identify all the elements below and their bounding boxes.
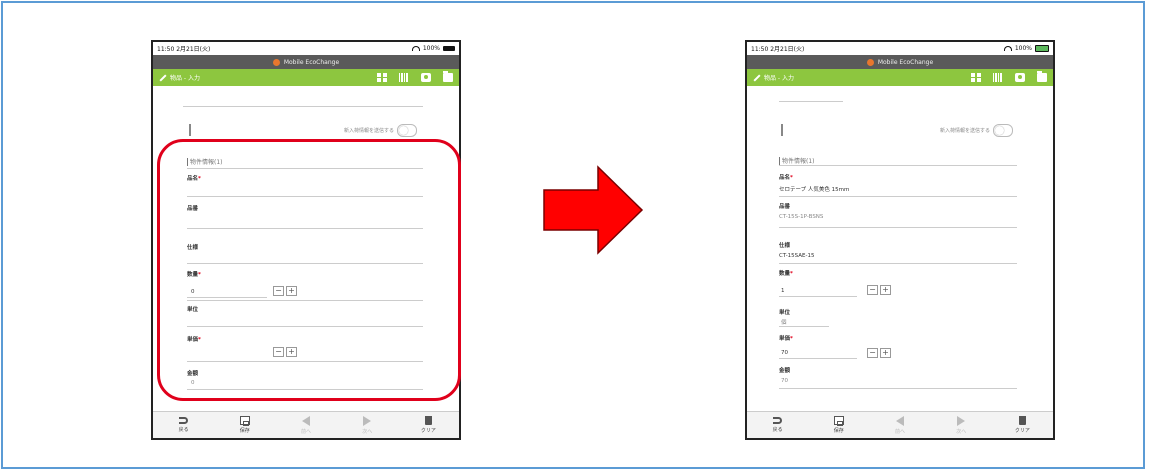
new-arrival-toggle-row: 新入荷情報を送信する (344, 124, 417, 137)
chevron-right-icon (957, 415, 966, 426)
camera-icon[interactable] (421, 73, 431, 82)
save-icon (833, 416, 844, 426)
toggle-label: 新入荷情報を送信する (939, 128, 990, 134)
chevron-right-icon (363, 415, 372, 426)
price-label: 単価* (779, 336, 793, 342)
wifi-icon (411, 46, 420, 51)
save-button[interactable]: 保存 (214, 412, 275, 438)
price-minus-button[interactable]: − (867, 348, 878, 358)
chevron-left-icon (302, 415, 310, 426)
trash-icon (1018, 416, 1026, 425)
bottom-toolbar: 戻る 保存 前へ 次へ クリア (747, 411, 1053, 438)
pencil-icon (753, 73, 761, 82)
battery-percent: 100% (422, 45, 440, 52)
battery-percent: 100% (1014, 45, 1032, 52)
app-titlebar: Mobile EcoChange (153, 55, 459, 69)
qty-stepper: − + (867, 285, 891, 295)
app-logo-icon (272, 58, 280, 66)
battery-icon (1035, 45, 1049, 52)
toolbar: 物品 - 入力 (153, 69, 459, 86)
status-time: 11:50 2月21日(火) (751, 46, 805, 53)
name-input[interactable] (779, 196, 1017, 197)
qty-value[interactable]: 1 (781, 288, 785, 294)
price-value[interactable]: 70 (781, 350, 788, 356)
input-cursor-bar (189, 124, 191, 136)
new-arrival-toggle-row: 新入荷情報を送信する (940, 124, 1013, 137)
qty-label: 数量* (779, 271, 793, 277)
prev-button[interactable]: 前へ (275, 412, 336, 438)
toggle-label: 新入荷情報を送信する (343, 128, 394, 134)
name-value[interactable]: セロテープ 人気美色 15mm (779, 185, 849, 193)
spec-label: 仕様 (779, 243, 791, 249)
app-logo-icon (866, 58, 874, 66)
price-input[interactable] (779, 358, 857, 359)
highlight-outline (157, 139, 461, 401)
qr-code-icon[interactable] (377, 73, 387, 82)
mode-label: 物品 - 入力 (170, 75, 200, 82)
save-button[interactable]: 保存 (808, 412, 869, 438)
chevron-left-icon (896, 415, 904, 426)
toolbar: 物品 - 入力 (747, 69, 1053, 86)
spec-value[interactable]: CT-15SAE-15 (779, 253, 815, 259)
folder-icon[interactable] (443, 71, 453, 82)
red-arrow-right-icon (543, 165, 644, 255)
save-icon (239, 416, 250, 426)
app-title: Mobile EcoChange (877, 58, 934, 66)
barcode-icon[interactable] (993, 73, 1003, 82)
model-label: 品番 (779, 204, 791, 210)
next-button[interactable]: 次へ (931, 412, 992, 438)
barcode-icon[interactable] (399, 73, 409, 82)
status-bar: 11:50 2月21日(火) 100% (153, 42, 459, 55)
next-button[interactable]: 次へ (337, 412, 398, 438)
prev-button[interactable]: 前へ (869, 412, 930, 438)
wifi-icon (1003, 46, 1012, 51)
trash-icon (424, 416, 432, 425)
unit-value[interactable]: 個 (781, 318, 787, 326)
divider (779, 165, 1017, 166)
amount-value: 70 (781, 378, 788, 384)
clear-button[interactable]: クリア (398, 412, 459, 438)
clear-button[interactable]: クリア (992, 412, 1053, 438)
form-content: 新入荷情報を送信する 物件情報(1) 品名* セロテープ 人気美色 15mm 品… (747, 86, 1053, 412)
new-arrival-toggle[interactable] (397, 124, 417, 137)
price-stepper: − + (867, 348, 891, 358)
phone-screen-after: 11:50 2月21日(火) 100% Mobile EcoChange 物品 … (745, 40, 1055, 440)
model-value[interactable]: CT-15S-1P-BSNS (779, 214, 823, 220)
status-time: 11:50 2月21日(火) (157, 46, 211, 53)
qty-minus-button[interactable]: − (867, 285, 878, 295)
input-cursor-bar (781, 124, 783, 136)
amount-label: 金額 (779, 368, 791, 374)
section-title: 物件情報(1) (779, 156, 815, 165)
app-title: Mobile EcoChange (283, 58, 340, 66)
mode-label: 物品 - 入力 (764, 75, 794, 82)
back-button[interactable]: 戻る (747, 412, 808, 438)
spec-input[interactable] (779, 263, 1017, 264)
divider (779, 101, 843, 102)
status-bar: 11:50 2月21日(火) 100% (747, 42, 1053, 55)
back-icon (179, 417, 189, 424)
unit-label: 単位 (779, 310, 791, 316)
qr-code-icon[interactable] (971, 73, 981, 82)
back-button[interactable]: 戻る (153, 412, 214, 438)
name-label: 品名* (779, 175, 793, 181)
divider (183, 106, 423, 107)
divider (779, 388, 1017, 389)
app-titlebar: Mobile EcoChange (747, 55, 1053, 69)
model-input[interactable] (779, 227, 1017, 228)
unit-input[interactable] (779, 326, 829, 327)
pencil-icon (159, 73, 167, 82)
qty-plus-button[interactable]: + (880, 285, 891, 295)
battery-icon (443, 46, 455, 51)
bottom-toolbar: 戻る 保存 前へ 次へ クリア (153, 411, 459, 438)
folder-icon[interactable] (1037, 71, 1047, 82)
back-icon (773, 417, 783, 424)
new-arrival-toggle[interactable] (993, 124, 1013, 137)
qty-input[interactable] (779, 296, 857, 297)
price-plus-button[interactable]: + (880, 348, 891, 358)
camera-icon[interactable] (1015, 73, 1025, 82)
